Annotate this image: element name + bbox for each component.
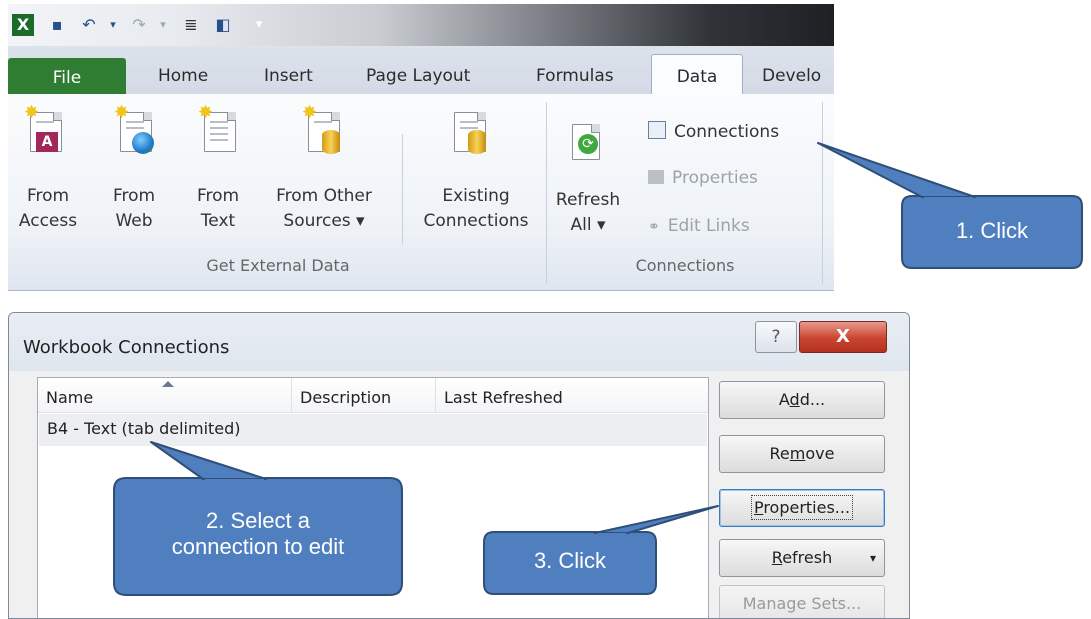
callout-2-pointer — [150, 441, 267, 480]
callout-1-text: 1. Click — [955, 218, 1029, 243]
callout-3-text: 3. Click — [533, 548, 607, 573]
callout-1-pointer — [817, 142, 976, 198]
callout-2-text: 2. Select a connection to edit — [114, 508, 402, 560]
callout-2-line2: connection to edit — [171, 534, 345, 559]
callout-2-line1: 2. Select a — [206, 508, 310, 533]
callout-3-pointer — [594, 505, 719, 534]
